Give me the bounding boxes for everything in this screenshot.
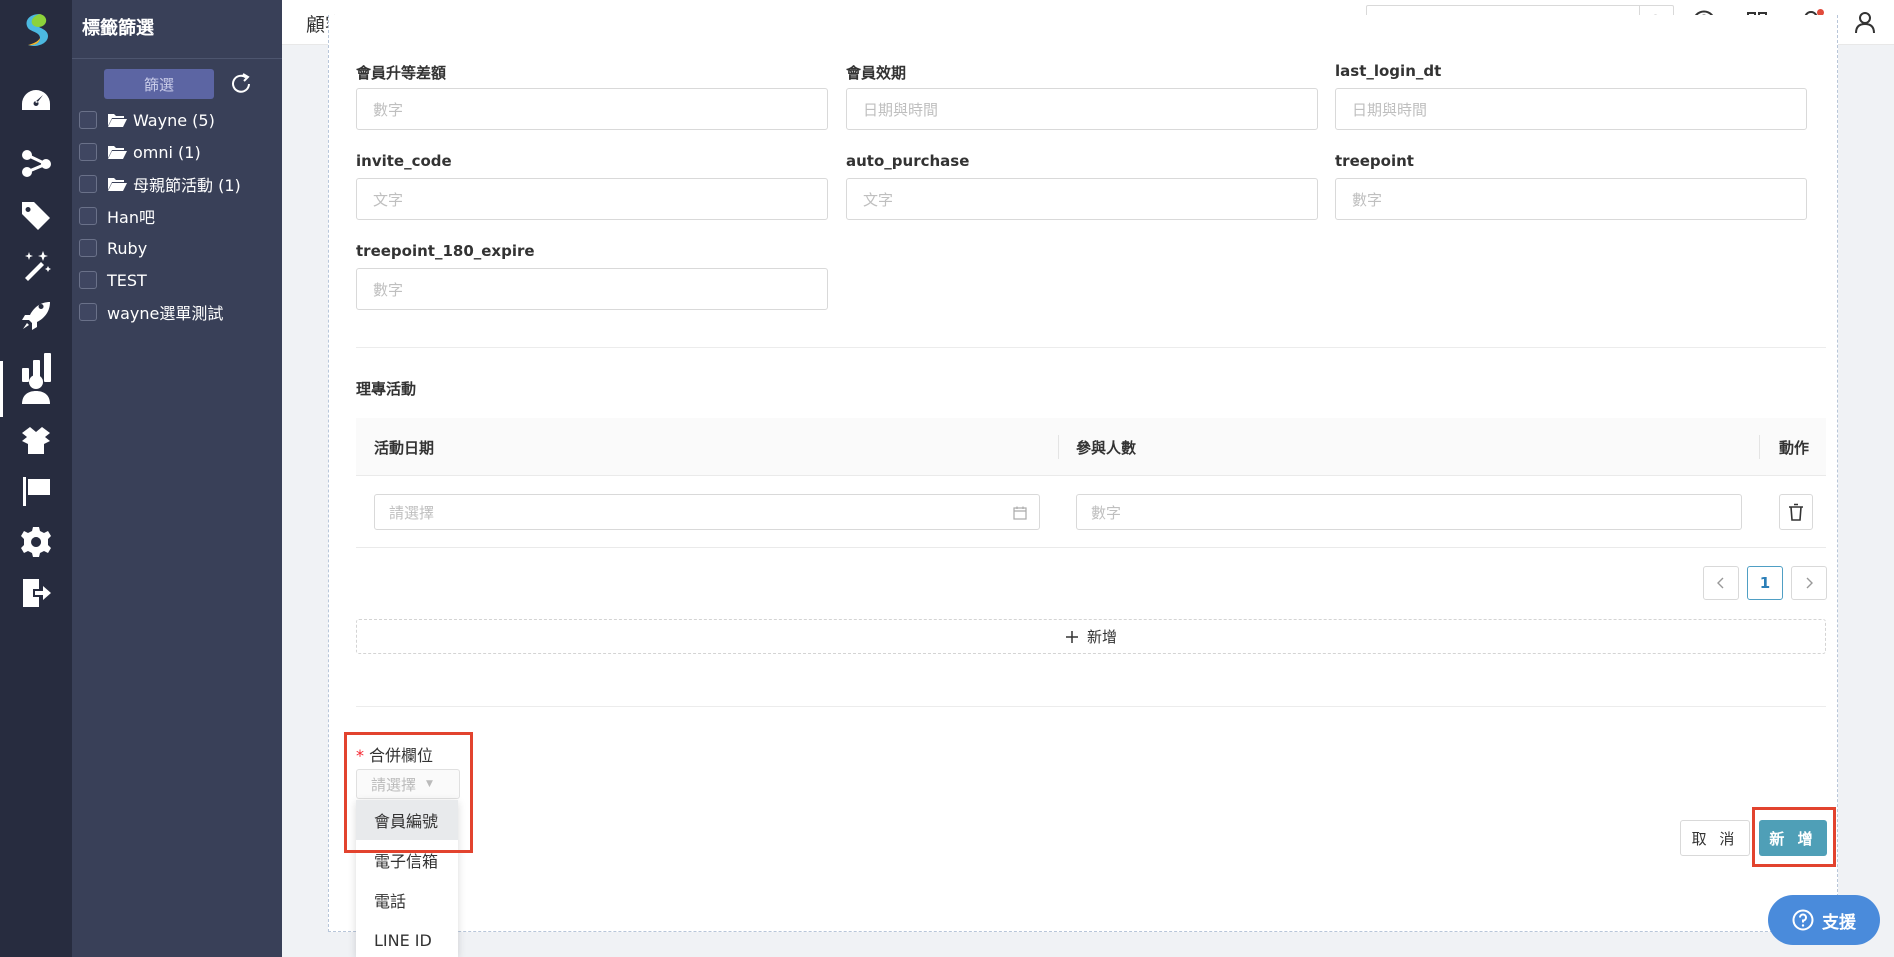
tag-checkbox[interactable] [79,207,97,225]
nav-settings[interactable] [0,513,72,571]
tag-label: Han吧 [107,208,155,227]
prev-page-button[interactable] [1703,566,1739,600]
add-activity-button[interactable]: 新增 [356,619,1826,654]
column-header: 動作 [1779,439,1810,457]
tag-checkbox[interactable] [79,303,97,321]
dropdown-option[interactable]: LINE ID [356,920,458,957]
next-page-button[interactable] [1791,566,1827,600]
tag-item[interactable]: Han吧 [72,200,282,232]
add-activity-label: 新增 [1086,628,1117,646]
nav-customers[interactable] [0,361,72,417]
activity-date-picker[interactable]: 請選擇 [374,494,1040,530]
date-placeholder: 請選擇 [389,503,435,522]
filter-button[interactable]: 篩選 [104,69,214,99]
chevron-right-icon [1806,577,1813,589]
tag-list: Wayne (5) omni (1) 母親節活動 (1) Han吧 Ruby T… [72,104,282,328]
icon-rail [0,0,72,957]
tag-checkbox[interactable] [79,143,97,161]
section-divider [356,347,1826,348]
support-button[interactable]: 支援 [1768,895,1880,945]
tag-label: Ruby [107,238,148,258]
tag-filter-panel: 標籤篩選 篩選 Wayne (5) omni (1) 母親節活動 (1) Han… [72,0,282,957]
plus-icon [1065,630,1078,643]
column-header: 參與人數 [1076,439,1137,457]
tag-item[interactable]: 母親節活動 (1) [72,168,282,200]
field-label: last_login_dt [1335,62,1442,80]
trash-icon [1789,503,1803,521]
help-circle-icon [1792,909,1814,931]
column-header: 活動日期 [374,439,435,457]
field-input[interactable]: 日期與時間 [1335,88,1807,130]
tag-checkbox[interactable] [79,239,97,257]
table-row: 請選擇 數字 [356,477,1826,548]
magic-wand-icon [25,251,51,281]
page-number-button[interactable]: 1 [1747,566,1783,600]
field-input[interactable]: 日期與時間 [846,88,1318,130]
activity-section-title: 理專活動 [356,380,417,398]
field-input[interactable]: 文字 [356,178,828,220]
field-input[interactable]: 數字 [356,268,828,310]
field-input[interactable]: 數字 [1335,178,1807,220]
flag-icon [23,477,50,506]
support-label: 支援 [1822,912,1856,933]
nav-goals[interactable] [0,462,72,520]
tag-label: omni (1) [133,142,201,162]
tag-checkbox[interactable] [79,175,97,193]
tag-label: 母親節活動 (1) [133,176,241,195]
gear-icon [21,527,51,557]
chevron-left-icon [1717,577,1724,589]
column-divider [1759,435,1760,459]
nav-campaign[interactable] [0,287,72,345]
column-divider [1058,435,1059,459]
tag-icon [22,202,50,230]
section-divider [356,706,1826,707]
box-open-icon [22,427,50,454]
table-header: 活動日期 參與人數 動作 [356,418,1826,476]
delete-row-button[interactable] [1779,494,1813,530]
dropdown-option[interactable]: 電話 [356,880,458,920]
participant-count-input[interactable]: 數字 [1076,494,1742,530]
tag-item[interactable]: omni (1) [72,136,282,168]
tag-checkbox[interactable] [79,111,97,129]
logout-icon [23,579,51,607]
nav-tags[interactable] [0,185,72,243]
field-label: treepoint [1335,152,1414,170]
tag-item[interactable]: Ruby [72,232,282,264]
folder-open-icon [108,114,127,127]
cancel-button[interactable]: 取 消 [1680,820,1750,856]
nav-journey[interactable] [0,134,72,192]
nav-magic[interactable] [0,236,72,294]
field-label: treepoint_180_expire [356,242,535,260]
field-label: 會員升等差額 [356,64,447,82]
tag-item[interactable]: wayne選單測試 [72,296,282,328]
brand-logo-icon[interactable] [18,12,54,48]
speedometer-icon [22,90,50,110]
field-label: 會員效期 [846,64,907,82]
field-input[interactable]: 文字 [846,178,1318,220]
tag-item[interactable]: Wayne (5) [72,104,282,136]
folder-open-icon [108,178,127,191]
user-profile-icon[interactable] [1852,9,1878,35]
nav-products[interactable] [0,411,72,469]
refresh-icon[interactable] [228,71,254,97]
field-label: auto_purchase [846,152,970,170]
tag-checkbox[interactable] [79,271,97,289]
field-input[interactable]: 數字 [356,88,828,130]
nav-dashboard[interactable] [0,72,72,130]
network-icon [22,150,51,177]
tag-item[interactable]: TEST [72,264,282,296]
user-icon [22,375,50,404]
folder-open-icon [108,146,127,159]
nav-logout[interactable] [0,564,72,622]
rocket-icon [22,302,50,330]
tag-label: Wayne (5) [133,110,215,130]
tag-label: TEST [107,270,147,290]
calendar-icon [1013,506,1027,520]
field-label: invite_code [356,152,452,170]
highlight-box [1752,807,1836,867]
highlight-box [344,732,473,853]
tag-panel-title: 標籤篩選 [72,0,282,59]
tag-label: wayne選單測試 [107,304,224,323]
